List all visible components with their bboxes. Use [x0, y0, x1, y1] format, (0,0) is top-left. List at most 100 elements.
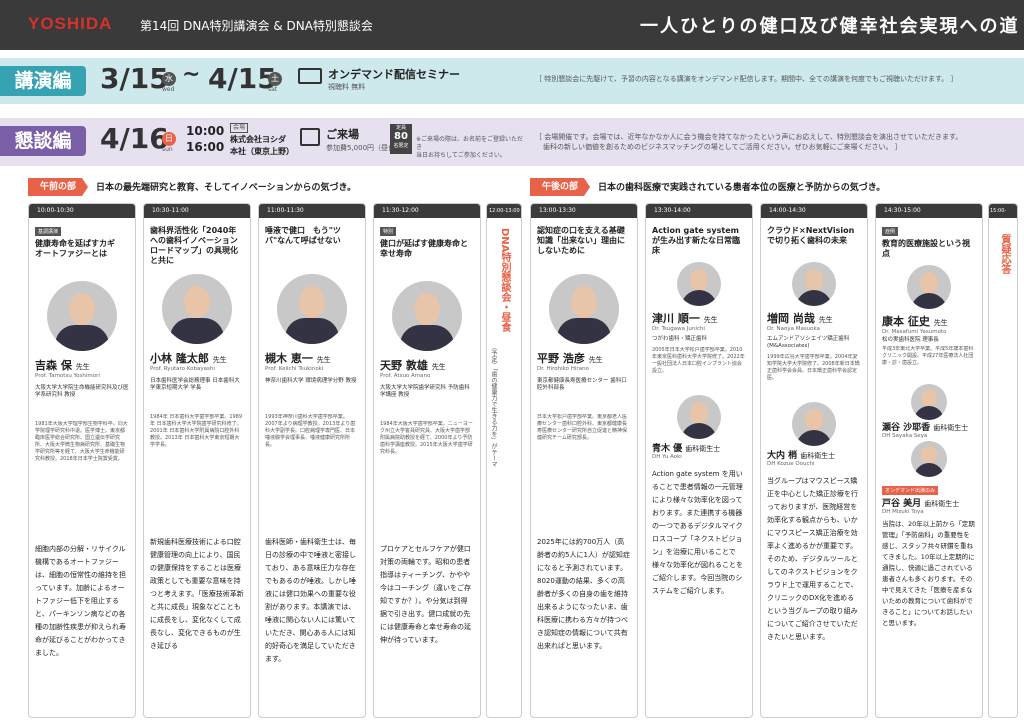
speaker-affiliation: エムアンドアソシエイツ矯正歯科 (M&Associates) [767, 336, 850, 349]
talk-title: Action gate system が生み出す新たな日常臨床 [652, 226, 740, 255]
speaker-bio: 1981年大阪大学理学部生物学科卒。同大学院理学研究科中退。医学博士。東京都臨床… [35, 421, 128, 462]
speaker-name: 平野 浩彦 先生 [537, 352, 603, 365]
cap-note-1: ※ご来場の際は、お名前をご登録いただき [416, 136, 524, 151]
cap-unit: 名限定 [393, 143, 409, 149]
speaker-bio: 1984年大阪大学歯学部卒業。ニューヨーク州立大学客員研究員、大阪大学歯学部附属… [380, 421, 473, 455]
hygienist-roman: DH Mizuki Toya [882, 509, 924, 515]
speaker-photo [907, 265, 951, 309]
speaker-name: 槻木 恵一 先生 [265, 352, 331, 365]
speaker-photo [162, 274, 232, 344]
time-slot: 14:30-15:00 [876, 204, 982, 218]
ondemand-badge: オンデマンド出演のみ [882, 486, 939, 495]
case-badge: 症例 [882, 227, 899, 236]
end-dow-circle: 土 [268, 72, 282, 86]
speaker-photo [549, 274, 619, 344]
yoshida-logo: YOSHIDA [28, 14, 113, 33]
lunch-note: （予定）「歯の健康力で生きる力を」がテーマ [490, 344, 497, 467]
time-slot: 10:30-11:00 [144, 204, 250, 218]
speaker-affiliation: 松の実歯科医院 理事長 [882, 337, 939, 343]
speaker-card: 10:00-10:30 基調講演 健康寿命を延ばすカギ オートファジーとは 吉森… [28, 203, 136, 718]
speaker-roman: Dr. Tsugawa Junichi [652, 326, 705, 332]
speaker-affiliation: 大阪大学大学院歯学研究科 予防歯科学講座 教授 [380, 385, 470, 398]
venue-location: 本社（東京上野） [230, 147, 294, 156]
time-end: 16:00 [186, 140, 225, 154]
hygienist-name: 戸谷 美月 歯科衛生士 [882, 499, 960, 509]
talk-title: クラウド×NextVisionで切り拓く歯科の未来 [767, 226, 855, 245]
speaker-name: 津川 順一 先生 [652, 312, 718, 325]
talk-title: 認知症の口を支える基礎知識「出来ない」理由にしないために [537, 226, 625, 255]
lecture-end-date: 4/15 [208, 62, 277, 95]
speaker-affiliation: 東京都健康長寿医療センター 歯科口腔外科部長 [537, 378, 627, 391]
morning-label: 午前の部 [28, 178, 89, 196]
lunch-title: DNA特別懇談会・昼食 [499, 228, 510, 333]
seminar-fee: 視聴料 無料 [328, 83, 366, 91]
hygienist-photo [677, 395, 721, 439]
time-start: 10:00 [186, 124, 225, 138]
speaker-bio: 平成3年東北大学卒業。平成5年康本歯科クリニック開設。平成27年医療法人社団 康… [882, 346, 974, 366]
talk-description: 歯科医師・歯科衛生士は、毎日の診療の中で唾液と密接しており、ある意味圧力な存在で… [265, 538, 356, 663]
start-dow-circle: 水 [162, 72, 176, 86]
talk-title: 教育的医療施設という視点 [882, 239, 970, 258]
talk-dow-circle: 日 [162, 132, 176, 146]
speaker-roman: Prof. Tamotsu Yoshimori [35, 373, 100, 379]
end-dow-en: sat [268, 86, 278, 93]
speaker-roman: Prof. Atsuo Amano [380, 373, 431, 379]
start-dow-en: wed [162, 86, 175, 93]
cap-number: 80 [394, 131, 408, 142]
hygienist-roman: DH Yu Aoki [652, 454, 682, 460]
hygienist-name: 大内 梢 歯科衛生士 [767, 451, 836, 461]
afternoon-label: 午後の部 [530, 178, 591, 196]
venue-name: 株式会社ヨシダ [230, 135, 286, 144]
speaker-affiliation: 日本歯科医学会総務理事 日本歯科大学東京短期大学 学長 [150, 378, 240, 391]
talk-description: 新規歯科医療技術による口腔健康管理の向上により、国民の健康保持をすることは医療政… [150, 538, 244, 650]
talk-dow-en: sun [162, 146, 173, 153]
hygienist-photo [911, 441, 947, 477]
capacity-note: ※ご来場の際は、お名前をご登録いただき 当日お持ちしてご参加ください。 [416, 136, 526, 160]
capacity-badge: 定員 80 名限定 [390, 124, 412, 154]
time-slot: 11:30-12:00 [374, 204, 480, 218]
talk-notice: ［ 会場開催です。会場では、近年なかなか人に会う機会を持てなかったという声にお応… [535, 132, 1005, 152]
lecture-start-dow: 水 wed [162, 66, 176, 94]
venue-label: 会場 [230, 123, 249, 133]
morning-heading: 日本の最先端研究と教育、そしてイノベーションからの気づき。 [96, 183, 357, 193]
afternoon-heading: 日本の歯科医療で実践されている患者本位の医療と予防からの気づき。 [598, 183, 886, 193]
time-slot: 10:00-10:30 [29, 204, 135, 218]
speaker-name: 小林 隆太郎 先生 [150, 352, 227, 365]
talk-description: Action gate system を用いることで患者情報の一元管理により様々… [652, 470, 743, 595]
lecture-end-dow: 土 sat [268, 66, 282, 94]
speaker-roman: Prof. Ryutaro Kobayashi [150, 366, 215, 372]
talk-title: 歯科界活性化「2040年への歯科イノベーションロードマップ」の具現化と共に [150, 226, 238, 265]
speaker-bio: 1993年神奈川歯科大学歯学部卒業。2007年より病理学教授。2013年より歯科… [265, 414, 356, 448]
speaker-card: 13:30-14:00 Action gate system が生み出す新たな日… [645, 203, 753, 718]
speaker-photo [792, 262, 836, 306]
cap-label: 定員 [395, 125, 406, 131]
hygienist-name: 瀬谷 沙耶香 歯科衛生士 [882, 423, 969, 433]
speaker-photo [47, 281, 117, 351]
speaker-bio: 1999年広島大学歯学部卒業。2004年愛知学院大学大学院修了。2008年新日本… [767, 354, 860, 381]
speaker-roman: Dr. Naoya Masuoka [767, 326, 821, 332]
talk-title: 健康寿命を延ばすカギ オートファジーとは [35, 239, 123, 258]
speaker-roman: Prof. Keiichi Tsukinoki [265, 366, 324, 372]
speaker-photo [392, 281, 462, 351]
speaker-photo [677, 262, 721, 306]
event-title: 第14回 DNA特別講演会 & DNA特別懇談会 [140, 19, 373, 33]
talk-description: 当院は、20年以上前から「定期管理」「予防歯科」の重要性を感じ、スタッフ共々研鑽… [882, 520, 975, 627]
talk-description: 細胞内部の分解・リサイクル機構であるオートファジーは、細胞の恒常性の維持を担って… [35, 545, 126, 657]
time-slot: 13:30-14:00 [646, 204, 752, 218]
qa-column: 15:00-15:30 質疑応答 [988, 203, 1018, 718]
speaker-photo [277, 274, 347, 344]
lecture-notice: ［ 特別懇談会に先駆けて、予習の内容となる講演をオンデマンド配信します。期間中、… [535, 75, 958, 83]
hygienist-roman: DH Kozue Oouchi [767, 461, 815, 467]
hygienist-name: 青木 優 歯科衛生士 [652, 444, 721, 454]
speaker-card: 11:00-11:30 唾液で健口 もう"ツバ"なんて呼ばせない 槻木 恵一 先… [258, 203, 366, 718]
seminar-title: オンデマンド配信セミナー [328, 68, 460, 81]
hygienist-photo [792, 402, 836, 446]
talk-title: 健口が延ばす健康寿命と幸せ寿命 [380, 239, 468, 258]
speaker-affiliation: 神奈川歯科大学 環境病理学分野 教授 [265, 378, 357, 384]
talk-description: 2025年には約700万人（高齢者の約5人に1人）が認知症になると予測されていま… [537, 538, 630, 650]
speaker-name: 吉森 保 先生 [35, 359, 90, 372]
speaker-bio: 1984年 日本歯科大学歯学部卒業。1989年 日本歯科大学大学院歯学研究科修了… [150, 414, 243, 448]
qa-title: 質疑応答 [999, 234, 1010, 274]
speaker-affiliation: つがわ歯科・矯正歯科 [652, 336, 708, 342]
hygienist-roman: DH Sayaka Seya [882, 433, 928, 439]
